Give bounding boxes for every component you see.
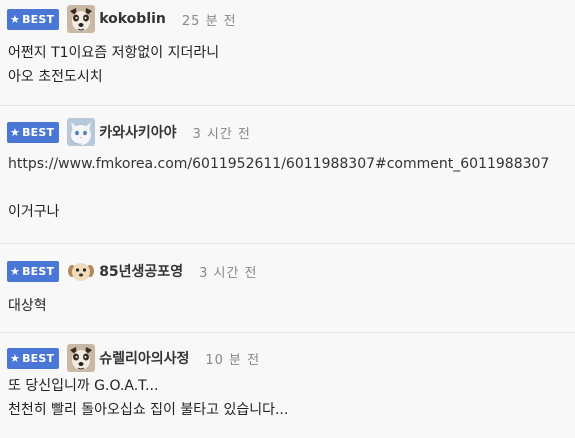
comment-item: ★ BEST kokoblin 25 분 전 어쩐지 T1이요즘 저항없이 지더… xyxy=(0,0,575,106)
comment-meta: ★ BEST 슈렐리아의사정 10 분 전 xyxy=(7,344,260,372)
avatar[interactable] xyxy=(67,257,96,285)
best-badge-label: BEST xyxy=(22,12,55,26)
comment-time: 3 시간 전 xyxy=(199,265,258,281)
comment-item: ★ BEST 카와사키아야 3 시간 전 https://www.fmkorea… xyxy=(0,107,575,244)
nickname[interactable]: kokoblin xyxy=(99,11,166,27)
star-icon: ★ xyxy=(10,351,21,365)
comment-meta: ★ BEST 85년생공포영 3 시간 전 xyxy=(7,257,258,285)
avatar[interactable] xyxy=(67,118,96,146)
comment-text-line: 대상혁 xyxy=(8,298,47,314)
comment-item: ★ BEST 슈렐리아의사정 10 분 전 또 당신입니까 G.O.A.T...… xyxy=(0,334,575,438)
comment-text-line: 또 당신입니까 G.O.A.T... xyxy=(8,378,159,394)
avatar[interactable] xyxy=(67,5,96,33)
white-cat-avatar-icon xyxy=(67,118,96,146)
comment-time: 25 분 전 xyxy=(181,13,237,29)
puppy-avatar-icon xyxy=(67,257,96,285)
comment-meta: ★ BEST 카와사키아야 3 시간 전 xyxy=(7,118,251,146)
nickname[interactable]: 슈렐리아의사정 xyxy=(99,348,189,368)
comment-text-line: 이거구나 xyxy=(8,204,60,220)
best-badge-label: BEST xyxy=(22,264,55,278)
comment-body: 또 당신입니까 G.O.A.T... 천천히 빨리 돌아오십쇼 집이 불타고 있… xyxy=(8,374,567,422)
nickname[interactable]: 85년생공포영 xyxy=(99,261,183,281)
best-badge: ★ BEST xyxy=(7,121,60,143)
best-badge: ★ BEST xyxy=(7,260,60,282)
nickname[interactable]: 카와사키아야 xyxy=(99,122,176,142)
star-icon: ★ xyxy=(10,264,21,278)
star-icon: ★ xyxy=(10,125,21,139)
comment-body: https://www.fmkorea.com/6011952611/60119… xyxy=(8,152,567,224)
comment-body: 대상혁 xyxy=(8,294,567,318)
avatar[interactable] xyxy=(67,344,96,372)
dog-face-avatar-icon xyxy=(67,5,96,33)
comment-text-line: 어쩐지 T1이요즘 저항없이 지더라니 xyxy=(8,45,220,61)
best-badge-label: BEST xyxy=(22,351,55,365)
comment-time: 3 시간 전 xyxy=(192,126,251,142)
best-badge: ★ BEST xyxy=(7,8,60,30)
comment-list: ★ BEST kokoblin 25 분 전 어쩐지 T1이요즘 저항없이 지더… xyxy=(0,0,575,438)
comment-link[interactable]: https://www.fmkorea.com/6011952611/60119… xyxy=(8,152,567,176)
comment-item: ★ BEST 85년생공포영 3 시간 전 대상혁 xyxy=(0,245,575,333)
comment-text-line: 아오 초전도시치 xyxy=(8,69,103,85)
best-badge-label: BEST xyxy=(22,125,55,139)
dog-face-avatar-icon xyxy=(67,344,96,372)
comment-meta: ★ BEST kokoblin 25 분 전 xyxy=(7,5,237,33)
comment-time: 10 분 전 xyxy=(205,352,261,368)
star-icon: ★ xyxy=(10,12,21,26)
comment-body: 어쩐지 T1이요즘 저항없이 지더라니 아오 초전도시치 xyxy=(8,41,567,89)
comment-text-line: 천천히 빨리 돌아오십쇼 집이 불타고 있습니다... xyxy=(8,402,289,418)
comment-blank-line xyxy=(8,176,567,200)
best-badge: ★ BEST xyxy=(7,347,60,369)
